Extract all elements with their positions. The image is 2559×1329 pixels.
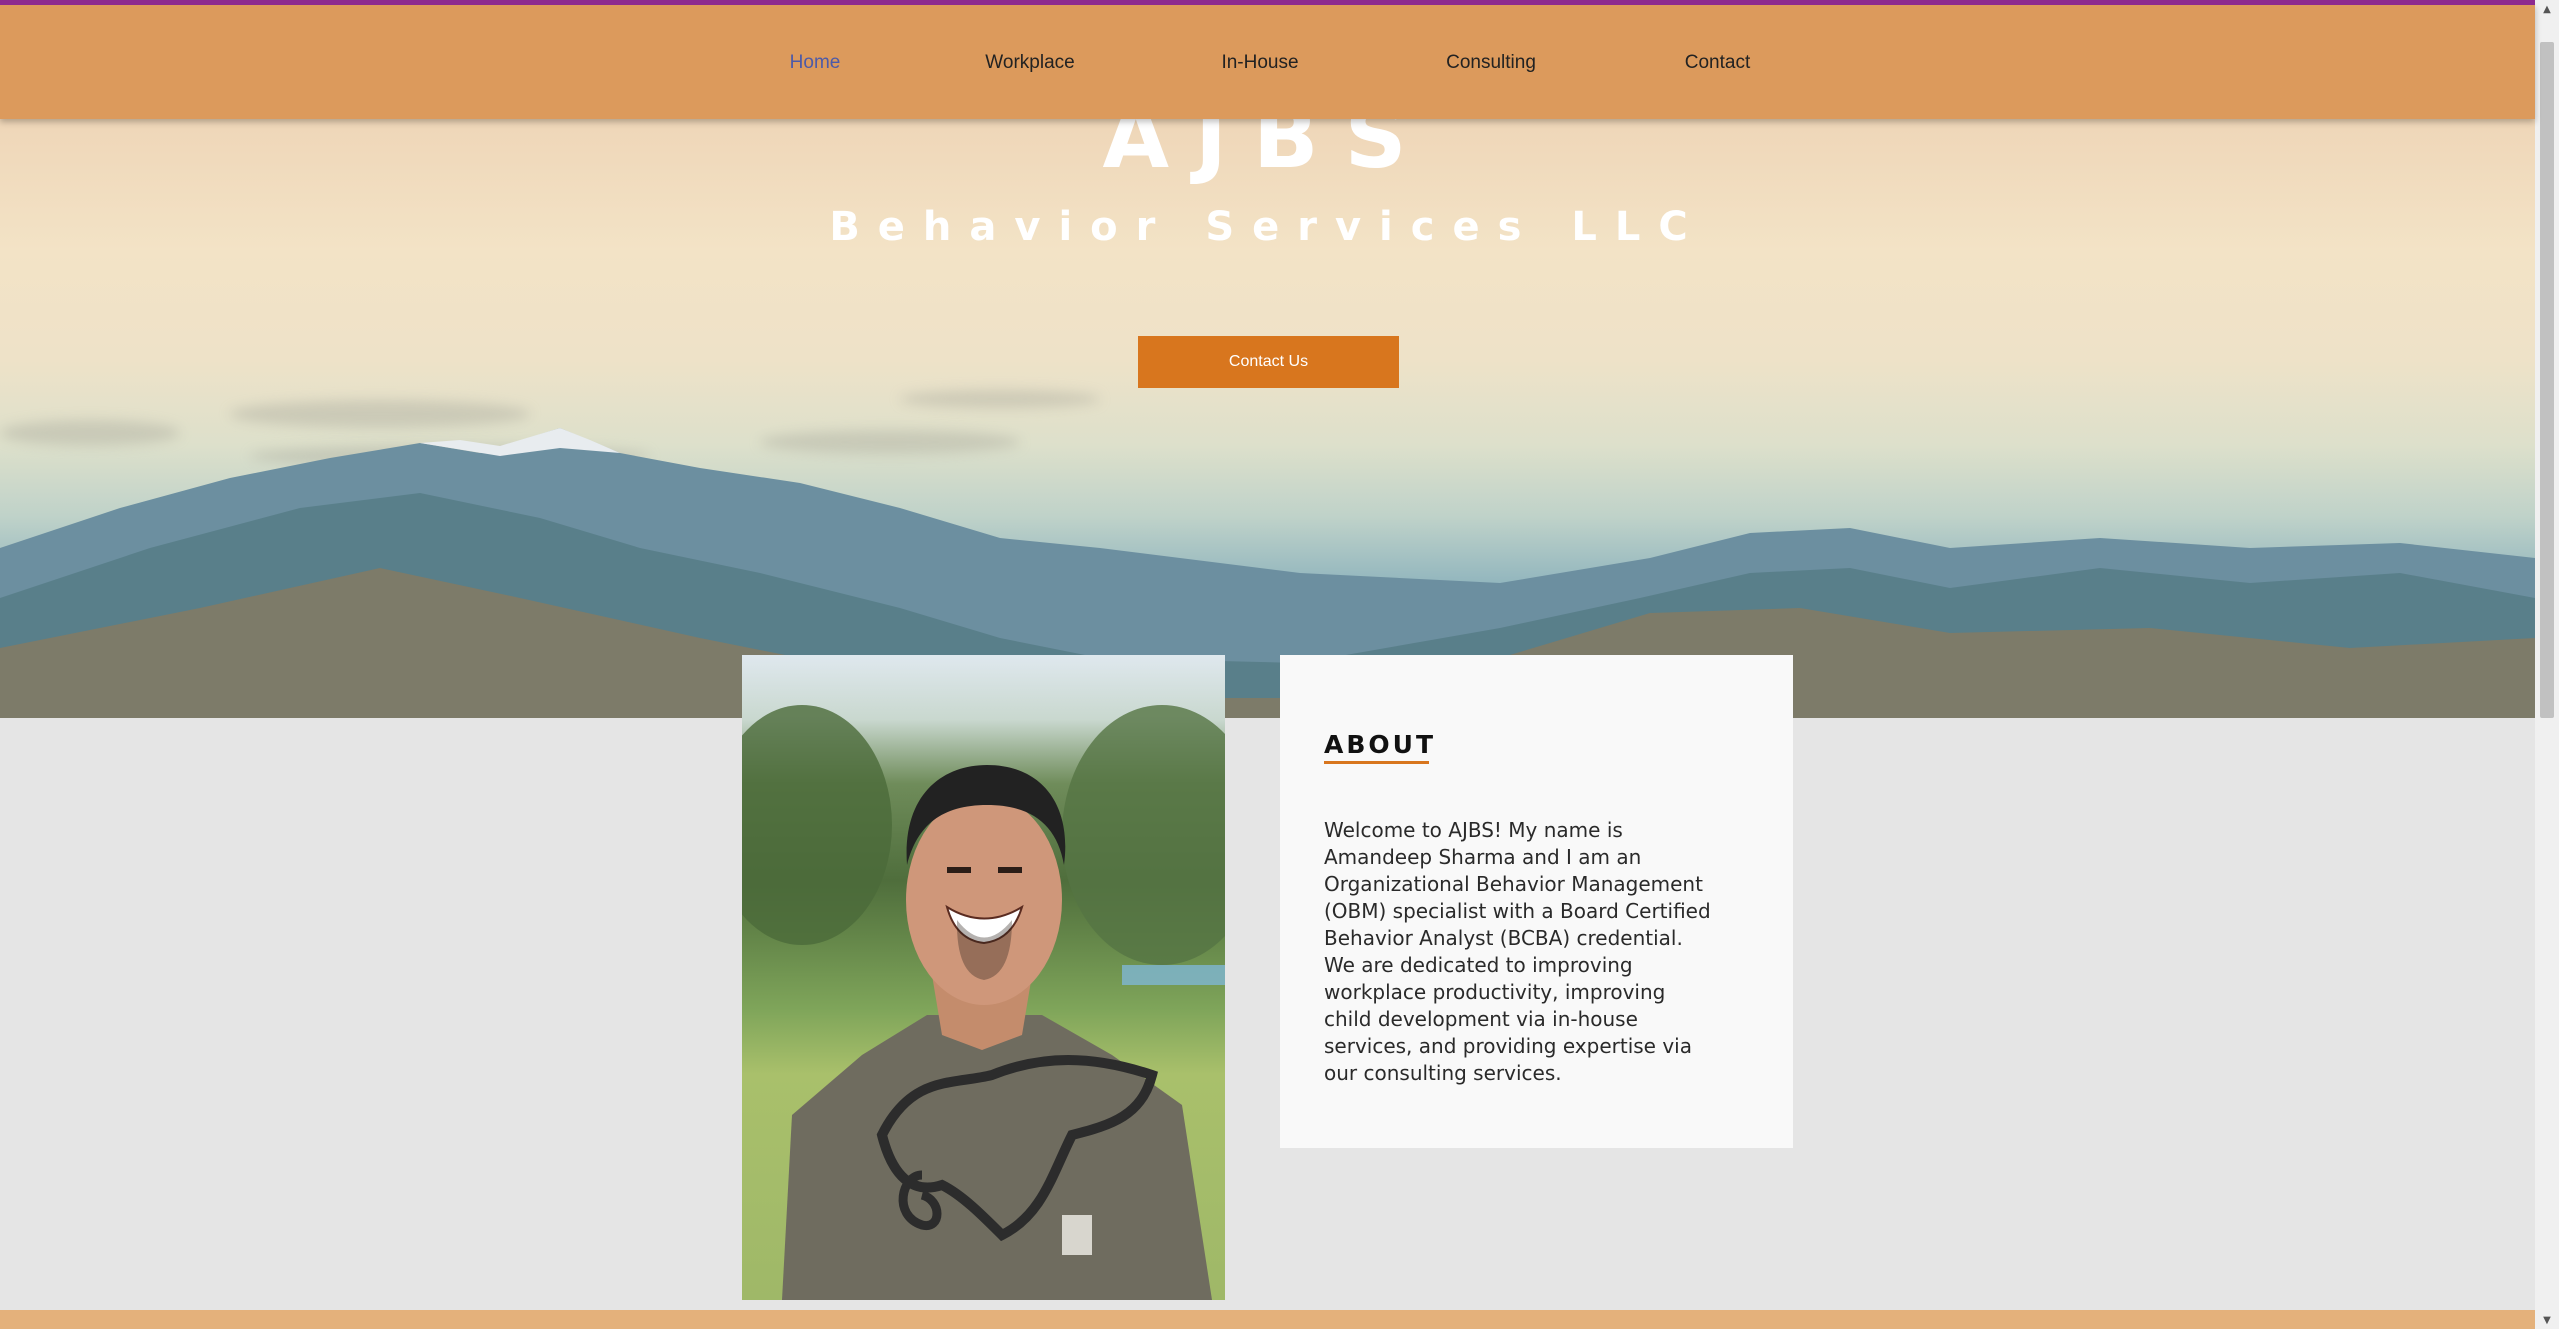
profile-photo [742,655,1225,1300]
nav-item-workplace[interactable]: Workplace [960,52,1100,74]
nav-item-contact[interactable]: Contact [1650,52,1785,74]
about-body-text: Welcome to AJBS! My name is Amandeep Sha… [1324,818,1711,1085]
scroll-up-arrow-icon[interactable]: ▲ [2535,0,2559,18]
nav-item-home[interactable]: Home [760,52,870,74]
top-accent-line [0,0,2535,5]
scrollbar-thumb[interactable] [2540,42,2554,718]
mountain-range-image [0,428,2535,718]
nav-item-in-house[interactable]: In-House [1190,52,1330,74]
about-heading: ABOUT [1324,730,1437,759]
scroll-down-arrow-icon[interactable]: ▼ [2535,1311,2559,1329]
footer-strip [0,1310,2535,1329]
top-navigation: Home Workplace In-House Consulting Conta… [0,4,2535,119]
brand-subtitle: Behavior Services LLC [829,204,1706,250]
vertical-scrollbar[interactable]: ▲ ▼ [2535,0,2559,1329]
about-card: ABOUT Welcome to AJBS! My name is Amande… [1280,655,1793,1148]
contact-us-button[interactable]: Contact Us [1138,336,1399,388]
nav-item-consulting[interactable]: Consulting [1420,52,1562,74]
about-underline [1324,761,1429,764]
